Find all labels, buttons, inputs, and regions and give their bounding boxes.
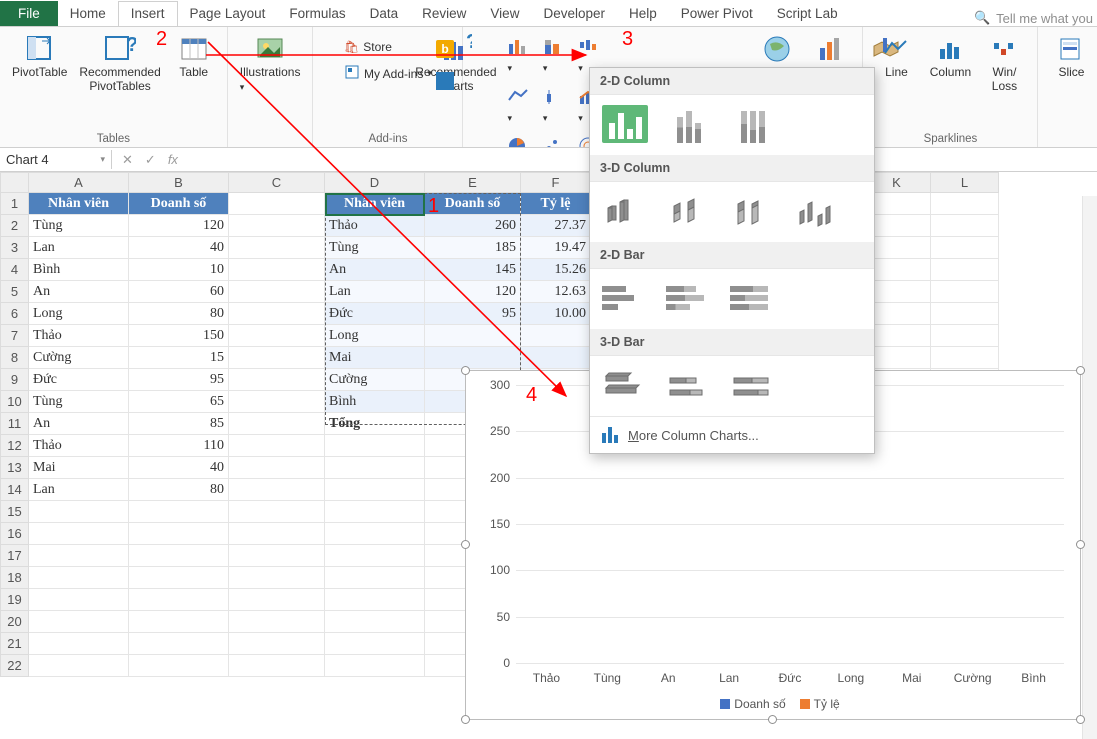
annotation-arrow xyxy=(0,0,1097,739)
annotation-4: 4 xyxy=(526,384,537,407)
annotation-3: 3 xyxy=(622,28,633,51)
annotation-2: 2 xyxy=(156,28,167,51)
annotation-1: 1 xyxy=(428,195,439,218)
